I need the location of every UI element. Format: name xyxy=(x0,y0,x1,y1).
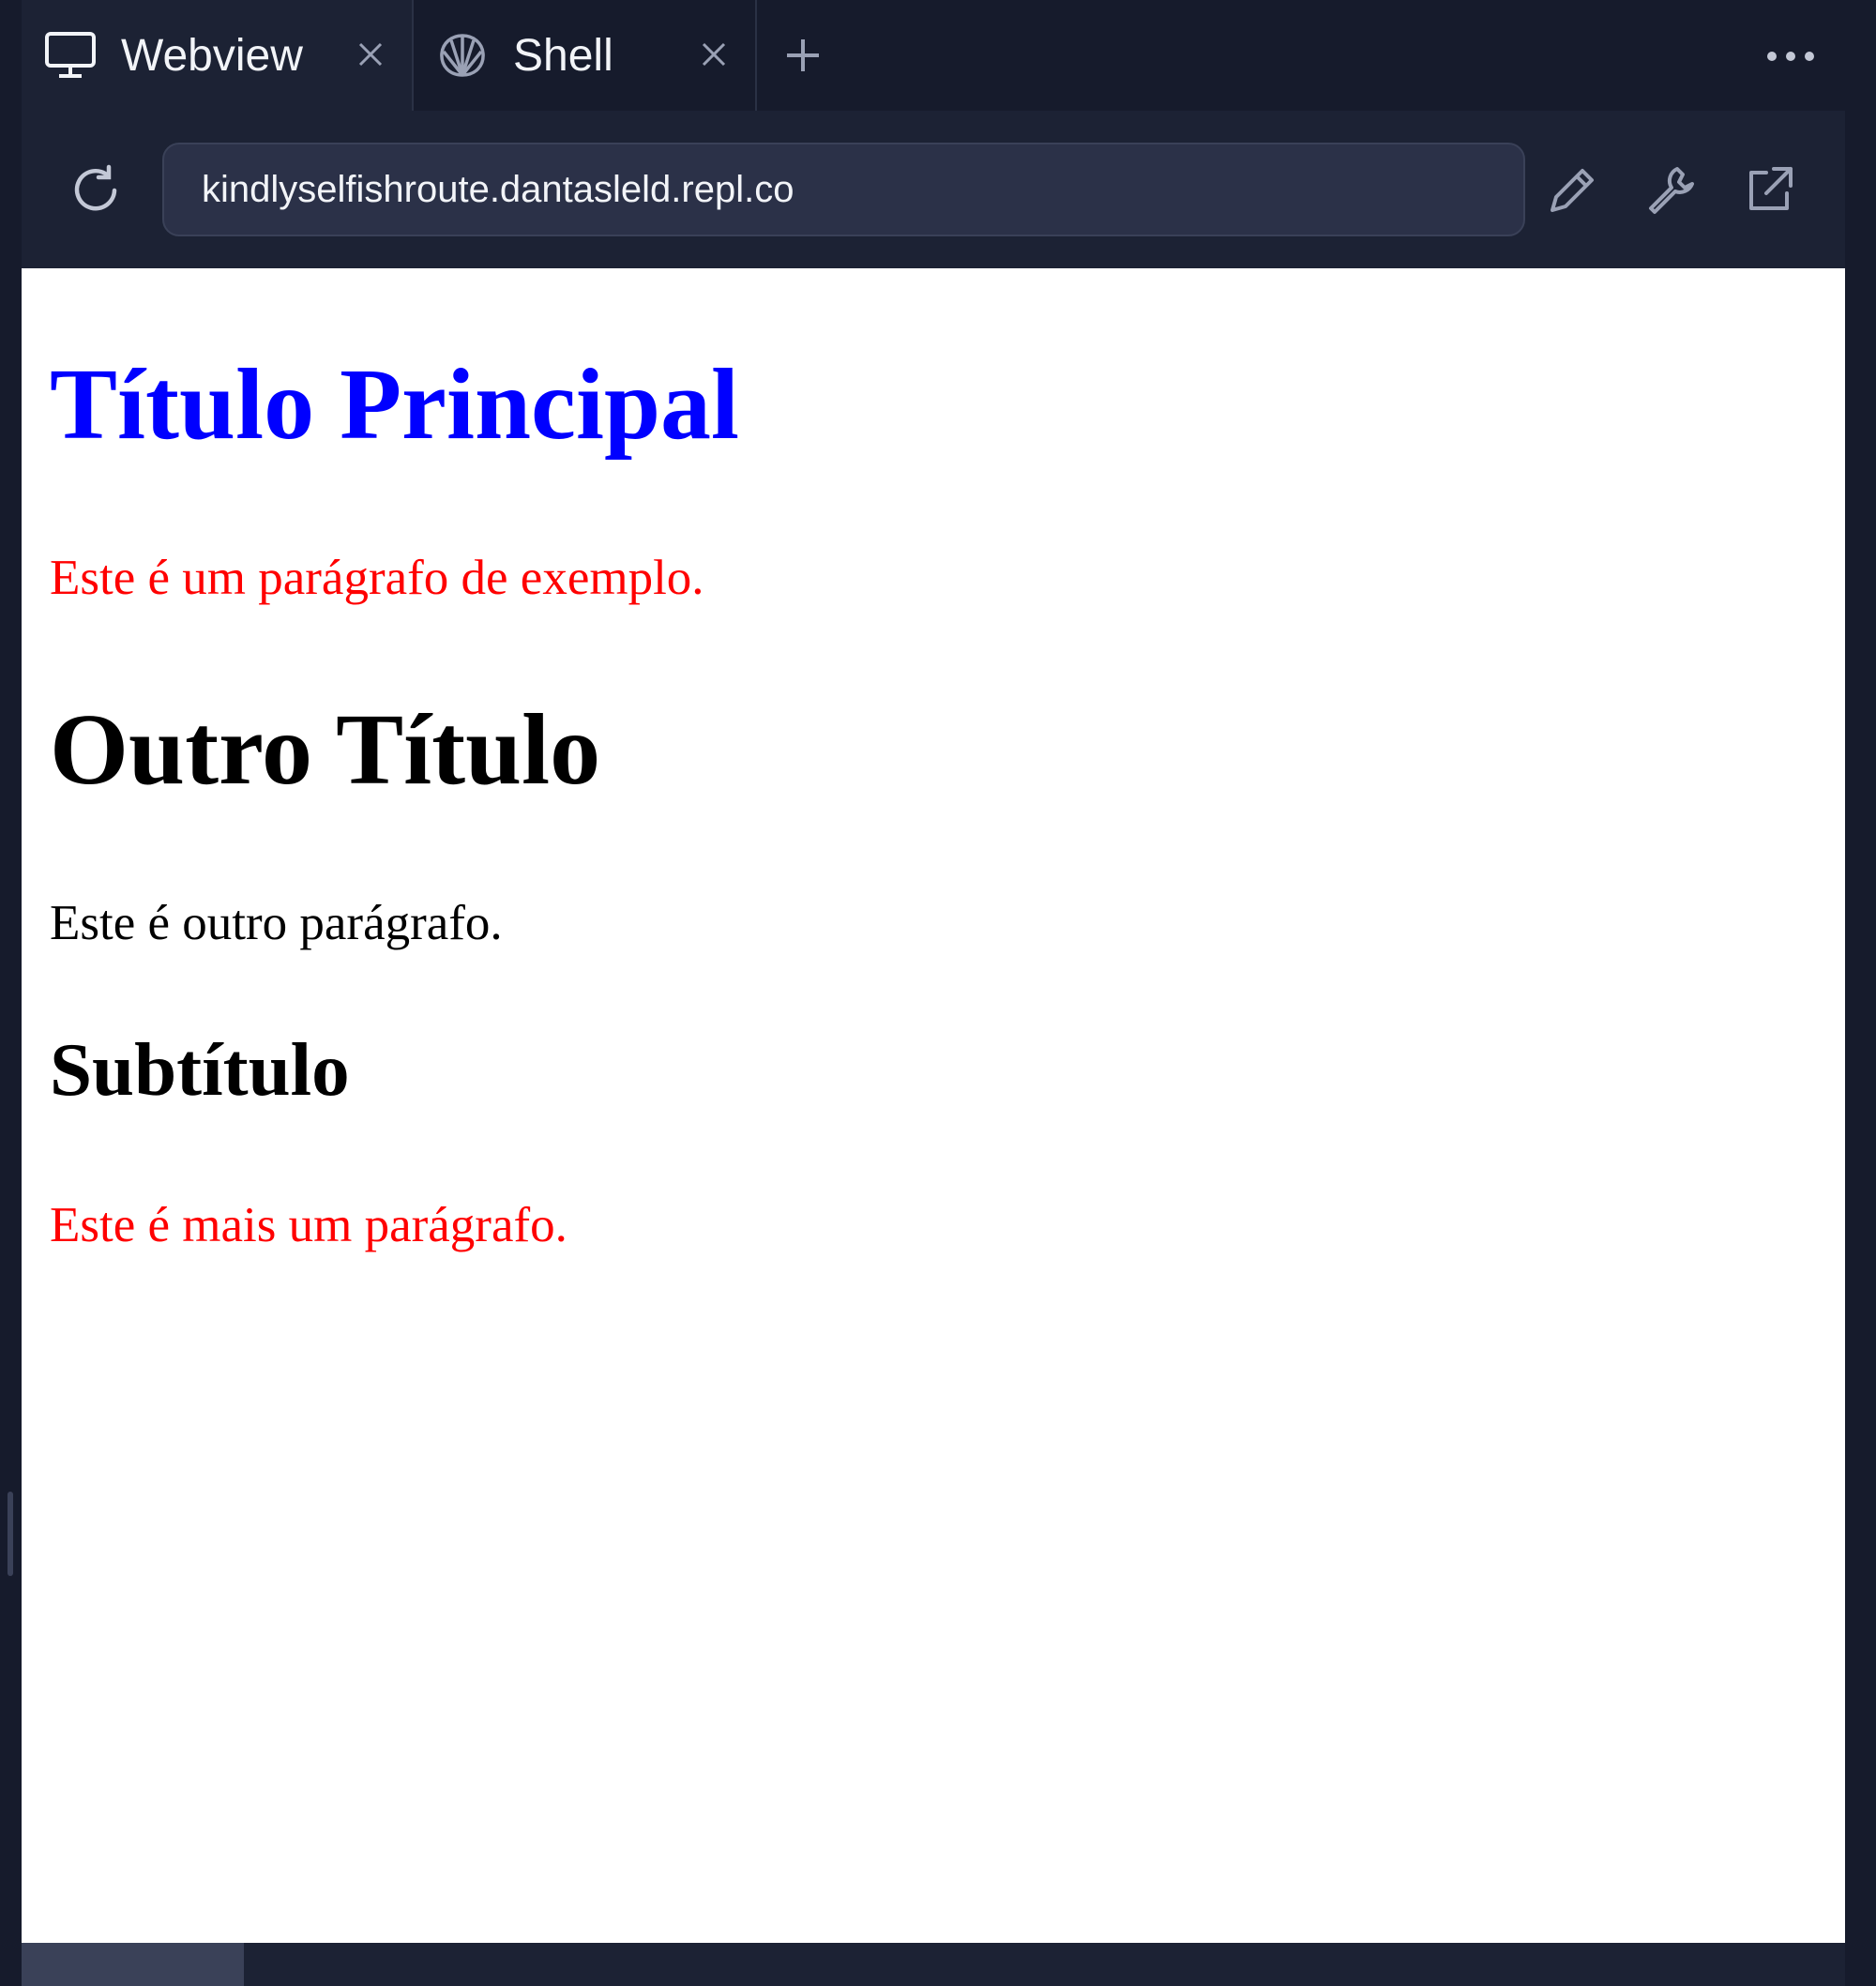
main-title: Título Principal xyxy=(50,349,740,461)
tab-shell-label: Shell xyxy=(513,30,613,81)
tab-bar: Webview Shell xyxy=(22,0,1845,112)
tab-webview-label: Webview xyxy=(121,30,303,81)
tab-webview[interactable]: Webview xyxy=(22,0,414,111)
pencil-icon[interactable] xyxy=(1541,159,1603,221)
webview-toolbar xyxy=(22,111,1845,268)
url-input[interactable] xyxy=(162,143,1525,236)
paragraph-example: Este é um parágrafo de exemplo. xyxy=(50,551,704,605)
left-gutter xyxy=(0,0,22,1986)
horizontal-scrollbar[interactable] xyxy=(22,1943,1845,1986)
open-external-icon[interactable] xyxy=(1738,159,1800,221)
webview-content: Título Principal Este é um parágrafo de … xyxy=(22,268,1845,1943)
resize-handle[interactable] xyxy=(8,1492,13,1576)
new-tab-icon[interactable] xyxy=(781,34,825,77)
shell-icon xyxy=(434,27,491,83)
more-options-icon[interactable] xyxy=(1763,38,1819,75)
reload-icon[interactable] xyxy=(65,159,127,221)
close-icon[interactable] xyxy=(693,34,734,75)
tab-shell[interactable]: Shell xyxy=(414,0,757,111)
scrollbar-thumb[interactable] xyxy=(22,1943,244,1986)
second-title: Outro Título xyxy=(50,694,601,806)
right-gutter xyxy=(1845,0,1876,1986)
webview-pane: Webview Shell kindlyselfishroute.dantasl… xyxy=(22,0,1845,1986)
close-icon[interactable] xyxy=(350,34,391,75)
paragraph-other: Este é outro parágrafo. xyxy=(50,896,503,950)
subtitle: Subtítulo xyxy=(50,1027,350,1112)
wrench-icon[interactable] xyxy=(1640,159,1702,221)
monitor-icon xyxy=(42,27,98,83)
paragraph-more: Este é mais um parágrafo. xyxy=(50,1198,567,1252)
